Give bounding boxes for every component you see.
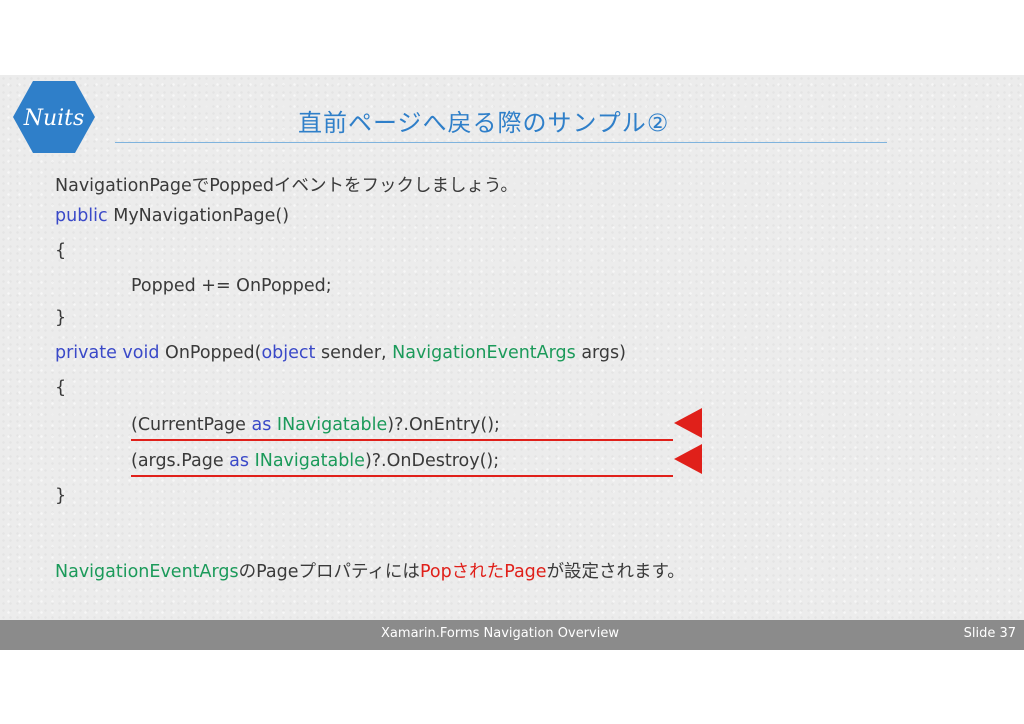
code-text: sender,: [315, 343, 393, 363]
code-text: (args.Page: [131, 451, 230, 471]
code-keyword: as: [251, 415, 272, 435]
code-text: (CurrentPage: [131, 415, 252, 435]
code-type: NavigationEventArgs: [55, 562, 239, 582]
code-text: MyNavigationPage(): [107, 206, 290, 226]
code-text: )?.OnDestroy();: [364, 451, 500, 471]
code-type: NavigationEventArgs: [392, 343, 576, 363]
code-text: OnPopped(: [159, 343, 262, 363]
left-pointing-triangle-icon: [674, 408, 702, 438]
nuits-logo-icon: Nuits: [13, 81, 95, 153]
code-keyword: private void: [55, 343, 160, 363]
code-open-brace: {: [55, 241, 67, 261]
slide-title: 直前ページへ戻る際のサンプル②: [298, 109, 670, 137]
code-close-brace: }: [55, 308, 67, 328]
code-keyword: object: [261, 343, 316, 363]
slide-footer: Xamarin.Forms Navigation Overview Slide …: [0, 620, 1024, 650]
code-text: args): [575, 343, 626, 363]
code-line-popped: Popped += OnPopped;: [131, 276, 332, 296]
code-line-constructor: public MyNavigationPage(): [55, 206, 289, 226]
note-part: のPageプロパティには: [238, 562, 420, 582]
footer-title: Xamarin.Forms Navigation Overview: [381, 626, 619, 641]
code-open-brace: {: [55, 378, 67, 398]
note-part: が設定されます。: [546, 562, 685, 582]
code-line-method: private void OnPopped(object sender, Nav…: [55, 343, 626, 363]
slide: Nuits 直前ページへ戻る際のサンプル② NavigationPageでPop…: [0, 75, 1024, 650]
code-text: )?.OnEntry();: [387, 415, 500, 435]
note-highlight: Popされた: [419, 562, 505, 582]
ondestroy-underline: [131, 475, 673, 477]
code-type: INavigatable: [254, 451, 365, 471]
code-line-ondestroy: (args.Page as INavigatable)?.OnDestroy()…: [131, 451, 499, 471]
slide-number: Slide 37: [963, 626, 1016, 641]
note-text: NavigationEventArgsのPageプロパティにはPopされたPag…: [55, 558, 685, 583]
code-keyword: as: [229, 451, 249, 471]
code-close-brace: }: [55, 486, 67, 506]
intro-text: NavigationPageでPoppedイベントをフックしましょう。: [55, 176, 518, 196]
title-divider: [115, 142, 887, 143]
code-line-onentry: (CurrentPage as INavigatable)?.OnEntry()…: [131, 415, 500, 435]
note-highlight: Page: [504, 562, 547, 582]
code-keyword: public: [55, 206, 108, 226]
onentry-underline: [131, 439, 673, 441]
left-pointing-triangle-icon: [674, 444, 702, 474]
svg-text:Nuits: Nuits: [23, 106, 85, 131]
code-type: INavigatable: [276, 415, 388, 435]
